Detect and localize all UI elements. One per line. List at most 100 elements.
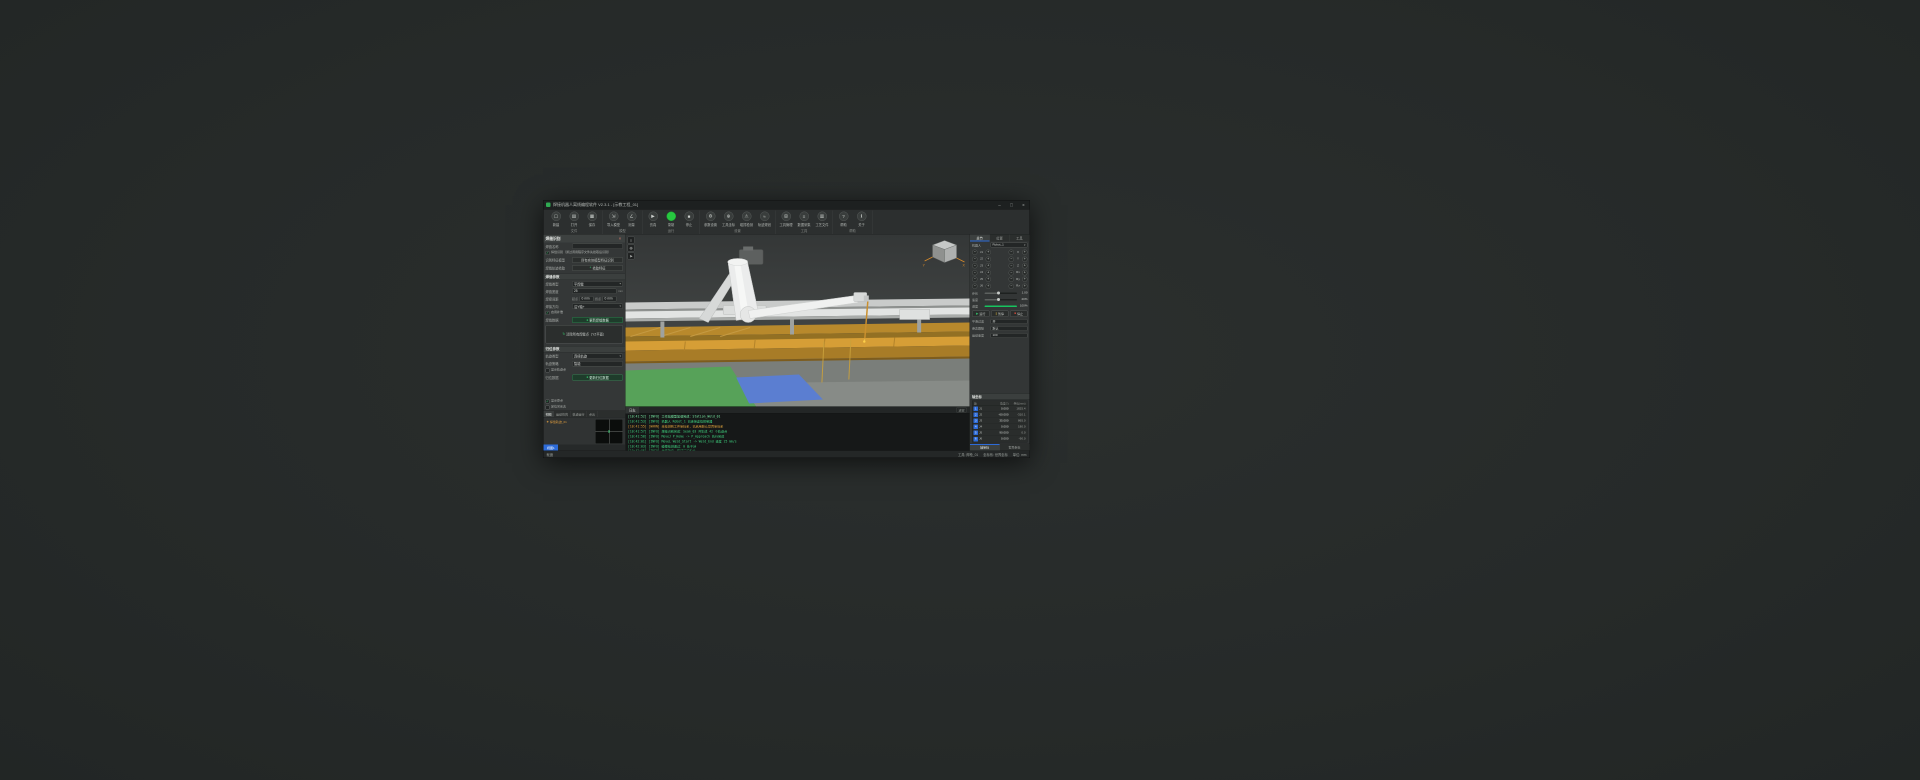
toolbar-record-button[interactable]: ● 录制 [662,211,680,228]
show-points-checkbox[interactable] [545,368,550,373]
run-button[interactable]: ▶ 运行 [972,310,990,317]
select-cursor-icon[interactable]: ➤ [627,252,635,260]
stop-button[interactable]: ■ 停止 [1010,310,1028,317]
jog-minus-button[interactable]: − [1008,256,1014,262]
weld-direction-select[interactable]: 沿Y轴+ ▾ [572,303,623,309]
trajectory-strategy-input[interactable]: 智能 [572,360,623,367]
jog-plus-button[interactable]: + [1022,283,1028,289]
jog-row-3: − J3 + − Z + [972,263,1028,269]
toolbar-collision-button[interactable]: ⚠ 碰撞检测 [738,211,756,228]
tab-joint[interactable]: 关节 [970,234,990,242]
log-output[interactable]: [10:41:52] [INFO] 工作站模型加载完成：Station_Weld… [626,414,970,451]
gap-end-input[interactable]: 0 mm [602,296,617,302]
camera-preview-thumbnail[interactable] [595,419,623,444]
toolbar-about-button[interactable]: ℹ 关于 [853,211,871,228]
slider-thumb[interactable] [996,297,1000,301]
jog-axis-label: Rx [1016,271,1020,274]
jog-minus-button[interactable]: − [972,263,978,269]
title-bar[interactable]: 焊接机器人离线编程软件 V2.3.1 - [示教工程_01] – □ × [543,200,1030,210]
jog-plus-button[interactable]: + [985,263,991,269]
toolbar-simulate-button[interactable]: ▶ 仿真 [644,211,662,228]
minimize-button[interactable]: – [994,201,1006,210]
toolbar-settings-button[interactable]: ⚙ 参数设置 [702,211,720,228]
toolbar-tool-manager-button[interactable]: ⊞ 工具管理 [777,211,795,228]
jog-plus-button[interactable]: + [985,283,991,289]
jog-minus-button[interactable]: − [972,269,978,276]
toolbar-help-button[interactable]: ? 帮助 [835,211,853,228]
smooth-value[interactable]: 开 [990,318,1028,324]
jog-minus-button[interactable]: − [972,276,978,282]
toolbar-open-button[interactable]: ▤ 打开 [565,211,583,228]
preview-tab-trajectory[interactable]: 轨迹运行 [571,411,588,417]
update-home-data-button[interactable]: ● 更新归位数据 [572,374,623,381]
viewport-3d[interactable]: ⌂ ⊕ ➤ X Y [625,234,970,407]
toolbar-import-model-button[interactable]: ⇲ 导入模型 [605,211,623,228]
jog-plus-button[interactable]: + [985,249,991,255]
jog-plus-button[interactable]: + [985,256,991,262]
close-button[interactable]: × [1018,201,1030,210]
jog-plus-button[interactable]: + [985,276,991,282]
update-weld-data-button[interactable]: ● 更新焊缝数据 [572,317,623,323]
feature-model-button[interactable]: 所有实体模型特征识别 [572,257,623,263]
jog-plus-button[interactable]: + [1022,263,1028,269]
chevron-down-icon: ▾ [619,354,621,358]
toolbar-data-button[interactable]: ≡ 数据采集 [795,211,813,228]
preview-tab-pointcloud[interactable]: 点云 [587,411,598,417]
preview-tab-view[interactable]: 视图 [543,411,555,417]
axis-angle: -60.000 [998,413,1009,417]
jog-plus-button[interactable]: + [1022,249,1028,255]
table-row[interactable]: 6 J6 0.000 -90.0 [973,436,1028,442]
axis-position: 865.0 [1017,419,1026,423]
log-tab[interactable]: 日志 [625,406,639,414]
toolbar-save-button[interactable]: ▦ 保存 [583,211,601,228]
toolbar-stop-button[interactable]: ■ 停止 [680,211,698,228]
clear-weld-points-button[interactable]: ↻ 清除所有焊缝点（YZ平面） [545,325,623,344]
jog-minus-button[interactable]: − [972,249,978,255]
preview-tab-motion[interactable]: 运动仿真 [554,411,571,417]
toolbar-measure-button[interactable]: ∠ 测量 [623,211,641,228]
jog-minus-button[interactable]: − [1008,263,1014,269]
jog-minus-button[interactable]: − [1008,283,1014,289]
weld-type-select[interactable]: 平焊缝 ▾ [572,281,623,287]
pick-feature-button[interactable]: ⌖ 拾取特征 [572,265,623,271]
recognize-checkbox[interactable]: ✓ [545,251,550,255]
step-slider[interactable] [984,291,1017,295]
trajectory-list-item[interactable]: ◈ 焊缝轨迹_01 [546,419,594,425]
tab-position[interactable]: 位置 [990,234,1010,242]
jog-minus-button[interactable]: − [1008,249,1014,255]
show-origin-checkbox[interactable]: ✓ [545,399,550,404]
zoom-icon[interactable]: ⊕ [627,244,635,252]
speed-slider[interactable] [984,297,1017,301]
jog-minus-button[interactable]: − [972,283,978,289]
trajectory-type-select[interactable]: 连续轨迹 ▾ [572,353,623,359]
panel-close-icon[interactable]: × [617,236,623,242]
gap-start-input[interactable]: 0 mm [579,296,594,302]
weld-name-input[interactable] [572,243,623,249]
tab-tool[interactable]: 工具 [1010,234,1030,242]
jog-control-panel: 关节 位置 工具 机器人 Robot_1 ▾ − J1 + − X + − J2… [969,234,1030,451]
robot-select[interactable]: Robot_1 ▾ [990,242,1028,248]
toolbar-process-file-button[interactable]: ▥ 工艺文件 [813,211,831,228]
viewport-3d-scene[interactable]: X Y [625,234,970,407]
toolbar-new-button[interactable]: ▢ 新建 [547,211,565,228]
posture-value[interactable]: 默认 [990,325,1028,331]
new-file-icon: ▢ [551,211,561,221]
motion-speed-value[interactable]: 100 [990,332,1028,338]
jog-minus-button[interactable]: − [1008,276,1014,282]
jog-plus-button[interactable]: + [1022,269,1028,276]
jog-plus-button[interactable]: + [1022,256,1028,262]
jog-minus-button[interactable]: − [1008,269,1014,276]
fit-view-icon[interactable]: ⌂ [627,236,635,244]
relation-table-checkbox[interactable] [545,405,550,410]
slider-thumb[interactable] [996,291,1000,295]
jog-minus-button[interactable]: − [972,256,978,262]
offset-checkbox[interactable]: ✓ [545,311,550,315]
jog-plus-button[interactable]: + [985,269,991,276]
pause-button[interactable]: ∥ 暂停 [991,310,1009,317]
toolbar-path-plan-button[interactable]: ≈ 轨迹规划 [756,211,774,228]
weld-width-input[interactable]: 25 [572,288,617,294]
jog-plus-button[interactable]: + [1022,276,1028,282]
maximize-button[interactable]: □ [1006,201,1018,210]
log-clear-button[interactable]: 清空 [955,407,967,413]
toolbar-tool-frame-button[interactable]: ⊕ 工具坐标 [720,211,738,228]
